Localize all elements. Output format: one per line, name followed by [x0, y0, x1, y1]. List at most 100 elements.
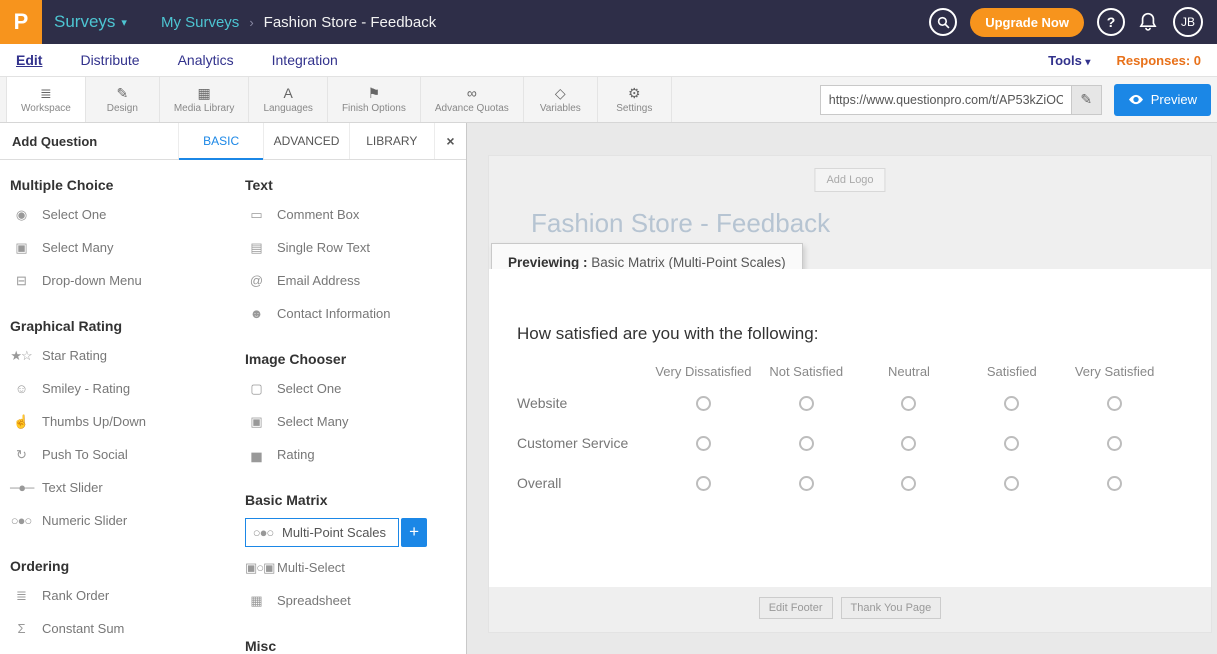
question-type-spreadsheet[interactable]: ▦ Spreadsheet	[245, 584, 463, 617]
question-type-email-address[interactable]: @ Email Address	[245, 264, 463, 297]
question-type-select-one[interactable]: ◉ Select One	[10, 198, 245, 231]
radio-button[interactable]	[696, 396, 711, 411]
breadcrumb-my-surveys[interactable]: My Surveys	[161, 14, 239, 31]
survey-url-group: ✎	[820, 85, 1102, 115]
question-type-dropdown-menu[interactable]: ⊟ Drop-down Menu	[10, 264, 245, 297]
radio-button[interactable]	[1004, 436, 1019, 451]
radio-button[interactable]	[1107, 436, 1122, 451]
toolbar-variables[interactable]: ◇ Variables	[524, 77, 598, 122]
question-type-push-to-social[interactable]: ↻ Push To Social	[10, 438, 245, 471]
question-type-constant-sum[interactable]: Σ Constant Sum	[10, 612, 245, 645]
radio-button[interactable]	[901, 476, 916, 491]
radio-button[interactable]	[799, 396, 814, 411]
question-type-image-rating[interactable]: ▅ Rating	[245, 438, 463, 471]
tab-analytics[interactable]: Analytics	[178, 52, 234, 68]
question-type-multi-point-row: ○●○ Multi-Point Scales +	[245, 513, 463, 551]
questionpro-logo[interactable]: P	[0, 0, 42, 44]
upgrade-now-button[interactable]: Upgrade Now	[970, 8, 1084, 37]
chevron-down-icon: ▾	[121, 16, 127, 29]
variables-icon: ◇	[555, 85, 566, 101]
radio-button[interactable]	[901, 436, 916, 451]
tab-distribute[interactable]: Distribute	[80, 52, 139, 68]
toolbar-design[interactable]: ✎ Design	[86, 77, 160, 122]
question-type-select-many[interactable]: ▣ Select Many	[10, 231, 245, 264]
notifications-button[interactable]	[1138, 10, 1160, 34]
bell-icon	[1138, 11, 1158, 33]
question-type-star-rating[interactable]: ★☆ Star Rating	[10, 339, 245, 372]
responses-count[interactable]: Responses: 0	[1116, 53, 1201, 68]
question-type-single-row-text[interactable]: ▤ Single Row Text	[245, 231, 463, 264]
survey-card: Add Logo Fashion Store - Feedback Previe…	[488, 155, 1212, 633]
edit-footer-button[interactable]: Edit Footer	[759, 597, 833, 619]
matrix-row-label: Website	[517, 395, 652, 411]
toolbar-finish-options[interactable]: ⚑ Finish Options	[328, 77, 421, 122]
question-type-label: Numeric Slider	[42, 513, 127, 528]
tab-edit[interactable]: Edit	[16, 52, 42, 68]
tab-advanced[interactable]: ADVANCED	[263, 123, 348, 159]
matrix-row-overall: Overall	[517, 463, 1166, 503]
search-button[interactable]	[929, 8, 957, 36]
toolbar-workspace[interactable]: ≣ Workspace	[6, 77, 86, 122]
radio-button[interactable]	[696, 476, 711, 491]
add-question-panel: Add Question BASIC ADVANCED LIBRARY × Mu…	[0, 123, 467, 654]
radio-button[interactable]	[1004, 476, 1019, 491]
tab-integration[interactable]: Integration	[272, 52, 338, 68]
at-icon: @	[245, 273, 267, 288]
surveys-product-label: Surveys	[54, 12, 115, 32]
question-type-rank-order[interactable]: ≣ Rank Order	[10, 579, 245, 612]
preview-button[interactable]: Preview	[1114, 84, 1211, 116]
toolbar-workspace-label: Workspace	[21, 103, 71, 114]
sigma-icon: Σ	[10, 621, 32, 636]
toolbar-media-library-label: Media Library	[174, 103, 235, 114]
radio-button[interactable]	[901, 396, 916, 411]
question-type-contact-information[interactable]: ☻ Contact Information	[245, 297, 463, 330]
close-panel-button[interactable]: ×	[434, 123, 466, 159]
toolbar-advance-quotas[interactable]: ∞ Advance Quotas	[421, 77, 524, 122]
radio-button[interactable]	[696, 436, 711, 451]
add-logo-button[interactable]: Add Logo	[814, 168, 885, 192]
surveys-product-menu[interactable]: Surveys ▾	[54, 12, 127, 32]
radio-button[interactable]	[1004, 396, 1019, 411]
toolbar-settings-label: Settings	[616, 103, 652, 114]
single-row-text-icon: ▤	[245, 240, 267, 256]
breadcrumb: My Surveys › Fashion Store - Feedback	[161, 14, 436, 31]
radio-button[interactable]	[799, 436, 814, 451]
matrix-column-header: Very Dissatisfied	[652, 364, 755, 379]
question-type-multi-point-scales[interactable]: ○●○ Multi-Point Scales	[245, 518, 399, 547]
survey-url-input[interactable]	[820, 85, 1072, 115]
section-text: Text	[245, 177, 463, 193]
user-avatar[interactable]: JB	[1173, 7, 1203, 37]
radio-button[interactable]	[1107, 476, 1122, 491]
section-basic-matrix: Basic Matrix	[245, 492, 463, 508]
toolbar-media-library[interactable]: ▦ Media Library	[160, 77, 250, 122]
question-type-label: Select One	[42, 207, 106, 222]
edit-url-button[interactable]: ✎	[1072, 85, 1102, 115]
top-header: P Surveys ▾ My Surveys › Fashion Store -…	[0, 0, 1217, 44]
thank-you-page-button[interactable]: Thank You Page	[841, 597, 942, 619]
question-type-text-slider[interactable]: ─●─ Text Slider	[10, 471, 245, 504]
help-button[interactable]: ?	[1097, 8, 1125, 36]
question-type-numeric-slider[interactable]: ○●○ Numeric Slider	[10, 504, 245, 537]
add-question-plus-button[interactable]: +	[401, 518, 427, 547]
matrix-row-label: Customer Service	[517, 435, 652, 451]
toolbar-settings[interactable]: ⚙ Settings	[598, 77, 672, 122]
multi-point-icon: ○●○	[252, 525, 274, 540]
question-type-image-select-one[interactable]: ▢ Select One	[245, 372, 463, 405]
radio-button[interactable]	[799, 476, 814, 491]
tools-menu[interactable]: Tools ▾	[1048, 53, 1090, 68]
breadcrumb-current-survey: Fashion Store - Feedback	[264, 14, 437, 31]
question-type-smiley-rating[interactable]: ☺ Smiley - Rating	[10, 372, 245, 405]
question-type-label: Text Slider	[42, 480, 103, 495]
matrix-row-website: Website	[517, 383, 1166, 423]
tab-basic[interactable]: BASIC	[178, 123, 263, 159]
question-type-image-select-many[interactable]: ▣ Select Many	[245, 405, 463, 438]
tab-library[interactable]: LIBRARY	[349, 123, 434, 159]
question-type-clipped[interactable]: ▦	[10, 645, 245, 654]
question-type-comment-box[interactable]: ▭ Comment Box	[245, 198, 463, 231]
radio-button[interactable]	[1107, 396, 1122, 411]
image-select-one-icon: ▢	[245, 381, 267, 397]
toolbar-languages[interactable]: A Languages	[249, 77, 328, 122]
section-misc: Misc	[245, 638, 463, 654]
question-type-thumbs-up-down[interactable]: ☝ Thumbs Up/Down	[10, 405, 245, 438]
question-type-multi-select[interactable]: ▣○▣ Multi-Select	[245, 551, 463, 584]
